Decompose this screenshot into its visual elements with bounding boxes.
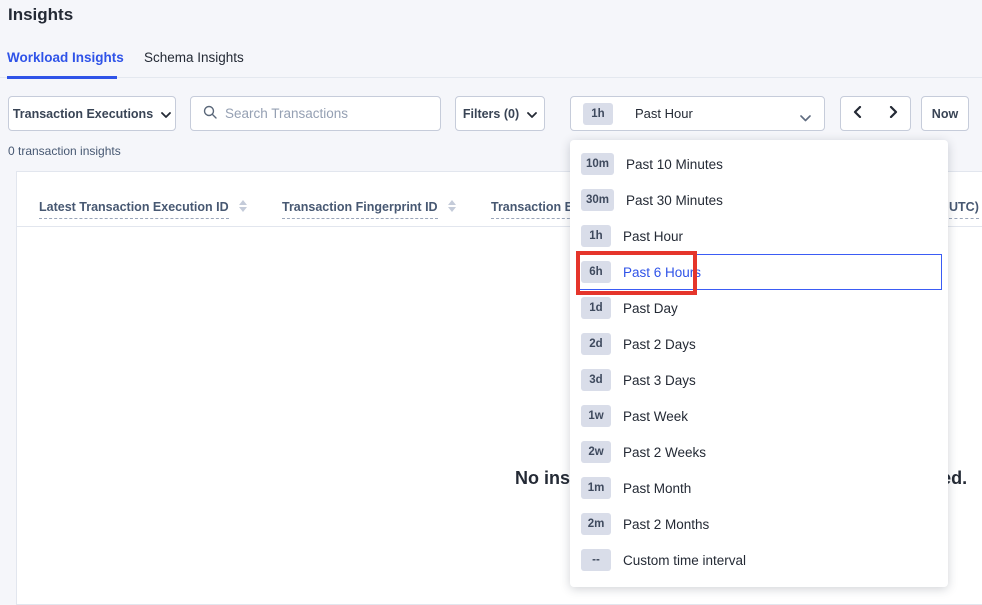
time-option-label: Past Day bbox=[623, 301, 678, 316]
time-option-past-3-days[interactable]: 3d Past 3 Days bbox=[576, 362, 942, 398]
now-button[interactable]: Now bbox=[921, 96, 969, 131]
time-option-badge: 1m bbox=[581, 477, 611, 499]
time-option-label: Past 3 Days bbox=[623, 373, 696, 388]
column-header-start-time-utc[interactable]: UTC) bbox=[949, 200, 979, 219]
column-header-label: Latest Transaction Execution ID bbox=[39, 200, 229, 219]
time-option-badge: -- bbox=[581, 549, 611, 571]
active-tab-underline bbox=[7, 76, 117, 79]
column-header-label: Transaction Ex bbox=[491, 200, 580, 219]
time-option-past-6-hours[interactable]: 6h Past 6 Hours bbox=[576, 254, 942, 290]
time-option-past-day[interactable]: 1d Past Day bbox=[576, 290, 942, 326]
chevron-down-icon bbox=[800, 111, 811, 125]
time-option-label: Past Hour bbox=[623, 229, 683, 244]
filters-button[interactable]: Filters (0) bbox=[455, 96, 545, 131]
time-option-badge: 1d bbox=[581, 297, 611, 319]
time-option-badge: 2d bbox=[581, 333, 611, 355]
tab-workload-insights[interactable]: Workload Insights bbox=[7, 50, 124, 65]
filters-label: Filters (0) bbox=[463, 107, 519, 121]
page-title: Insights bbox=[8, 5, 73, 25]
time-option-label: Past 6 Hours bbox=[623, 265, 701, 280]
sort-icon[interactable] bbox=[448, 200, 456, 219]
search-box[interactable] bbox=[190, 96, 441, 131]
chevron-right-icon bbox=[887, 106, 899, 121]
time-option-label: Past Month bbox=[623, 481, 691, 496]
time-option-label: Past 2 Days bbox=[623, 337, 696, 352]
chevron-left-icon bbox=[852, 106, 864, 121]
time-range-badge: 1h bbox=[583, 103, 613, 125]
execution-type-label: Transaction Executions bbox=[13, 107, 153, 121]
time-range-dropdown: 10m Past 10 Minutes 30m Past 30 Minutes … bbox=[570, 140, 948, 587]
time-prev-button[interactable] bbox=[840, 96, 876, 131]
chevron-down-icon bbox=[161, 107, 171, 121]
time-option-label: Past 30 Minutes bbox=[626, 193, 723, 208]
time-option-past-2-weeks[interactable]: 2w Past 2 Weeks bbox=[576, 434, 942, 470]
time-option-past-hour[interactable]: 1h Past Hour bbox=[576, 218, 942, 254]
tabs-bar: Workload Insights Schema Insights bbox=[0, 44, 982, 78]
tab-schema-insights[interactable]: Schema Insights bbox=[144, 50, 244, 65]
sort-icon[interactable] bbox=[239, 200, 247, 219]
time-range-select[interactable]: 1h Past Hour bbox=[570, 96, 825, 131]
execution-type-select[interactable]: Transaction Executions bbox=[8, 96, 176, 131]
time-option-past-week[interactable]: 1w Past Week bbox=[576, 398, 942, 434]
time-option-label: Past Week bbox=[623, 409, 688, 424]
time-option-badge: 3d bbox=[581, 369, 611, 391]
time-option-badge: 10m bbox=[581, 153, 614, 175]
time-option-badge: 6h bbox=[581, 261, 611, 283]
chevron-down-icon bbox=[527, 107, 537, 121]
time-option-label: Past 10 Minutes bbox=[626, 157, 723, 172]
time-option-past-month[interactable]: 1m Past Month bbox=[576, 470, 942, 506]
time-option-badge: 2m bbox=[581, 513, 611, 535]
insights-count: 0 transaction insights bbox=[8, 144, 121, 158]
time-option-badge: 1w bbox=[581, 405, 611, 427]
search-icon bbox=[203, 105, 217, 122]
time-option-badge: 30m bbox=[581, 189, 614, 211]
column-header-label: UTC) bbox=[949, 200, 979, 219]
time-option-past-10-minutes[interactable]: 10m Past 10 Minutes bbox=[576, 146, 942, 182]
time-next-button[interactable] bbox=[875, 96, 911, 131]
now-label: Now bbox=[932, 107, 958, 121]
time-option-custom-time-interval[interactable]: -- Custom time interval bbox=[576, 542, 942, 578]
time-option-badge: 1h bbox=[581, 225, 611, 247]
column-header-transaction-execution[interactable]: Transaction Ex bbox=[491, 200, 580, 219]
time-option-past-2-days[interactable]: 2d Past 2 Days bbox=[576, 326, 942, 362]
time-option-past-2-months[interactable]: 2m Past 2 Months bbox=[576, 506, 942, 542]
time-option-label: Past 2 Months bbox=[623, 517, 709, 532]
column-header-latest-transaction-execution-id[interactable]: Latest Transaction Execution ID bbox=[39, 200, 247, 219]
time-option-badge: 2w bbox=[581, 441, 611, 463]
column-header-transaction-fingerprint-id[interactable]: Transaction Fingerprint ID bbox=[282, 200, 456, 219]
time-range-label: Past Hour bbox=[635, 106, 693, 121]
column-header-label: Transaction Fingerprint ID bbox=[282, 200, 438, 219]
time-option-label: Custom time interval bbox=[623, 553, 746, 568]
search-input[interactable] bbox=[225, 106, 428, 121]
time-option-past-30-minutes[interactable]: 30m Past 30 Minutes bbox=[576, 182, 942, 218]
time-option-label: Past 2 Weeks bbox=[623, 445, 706, 460]
